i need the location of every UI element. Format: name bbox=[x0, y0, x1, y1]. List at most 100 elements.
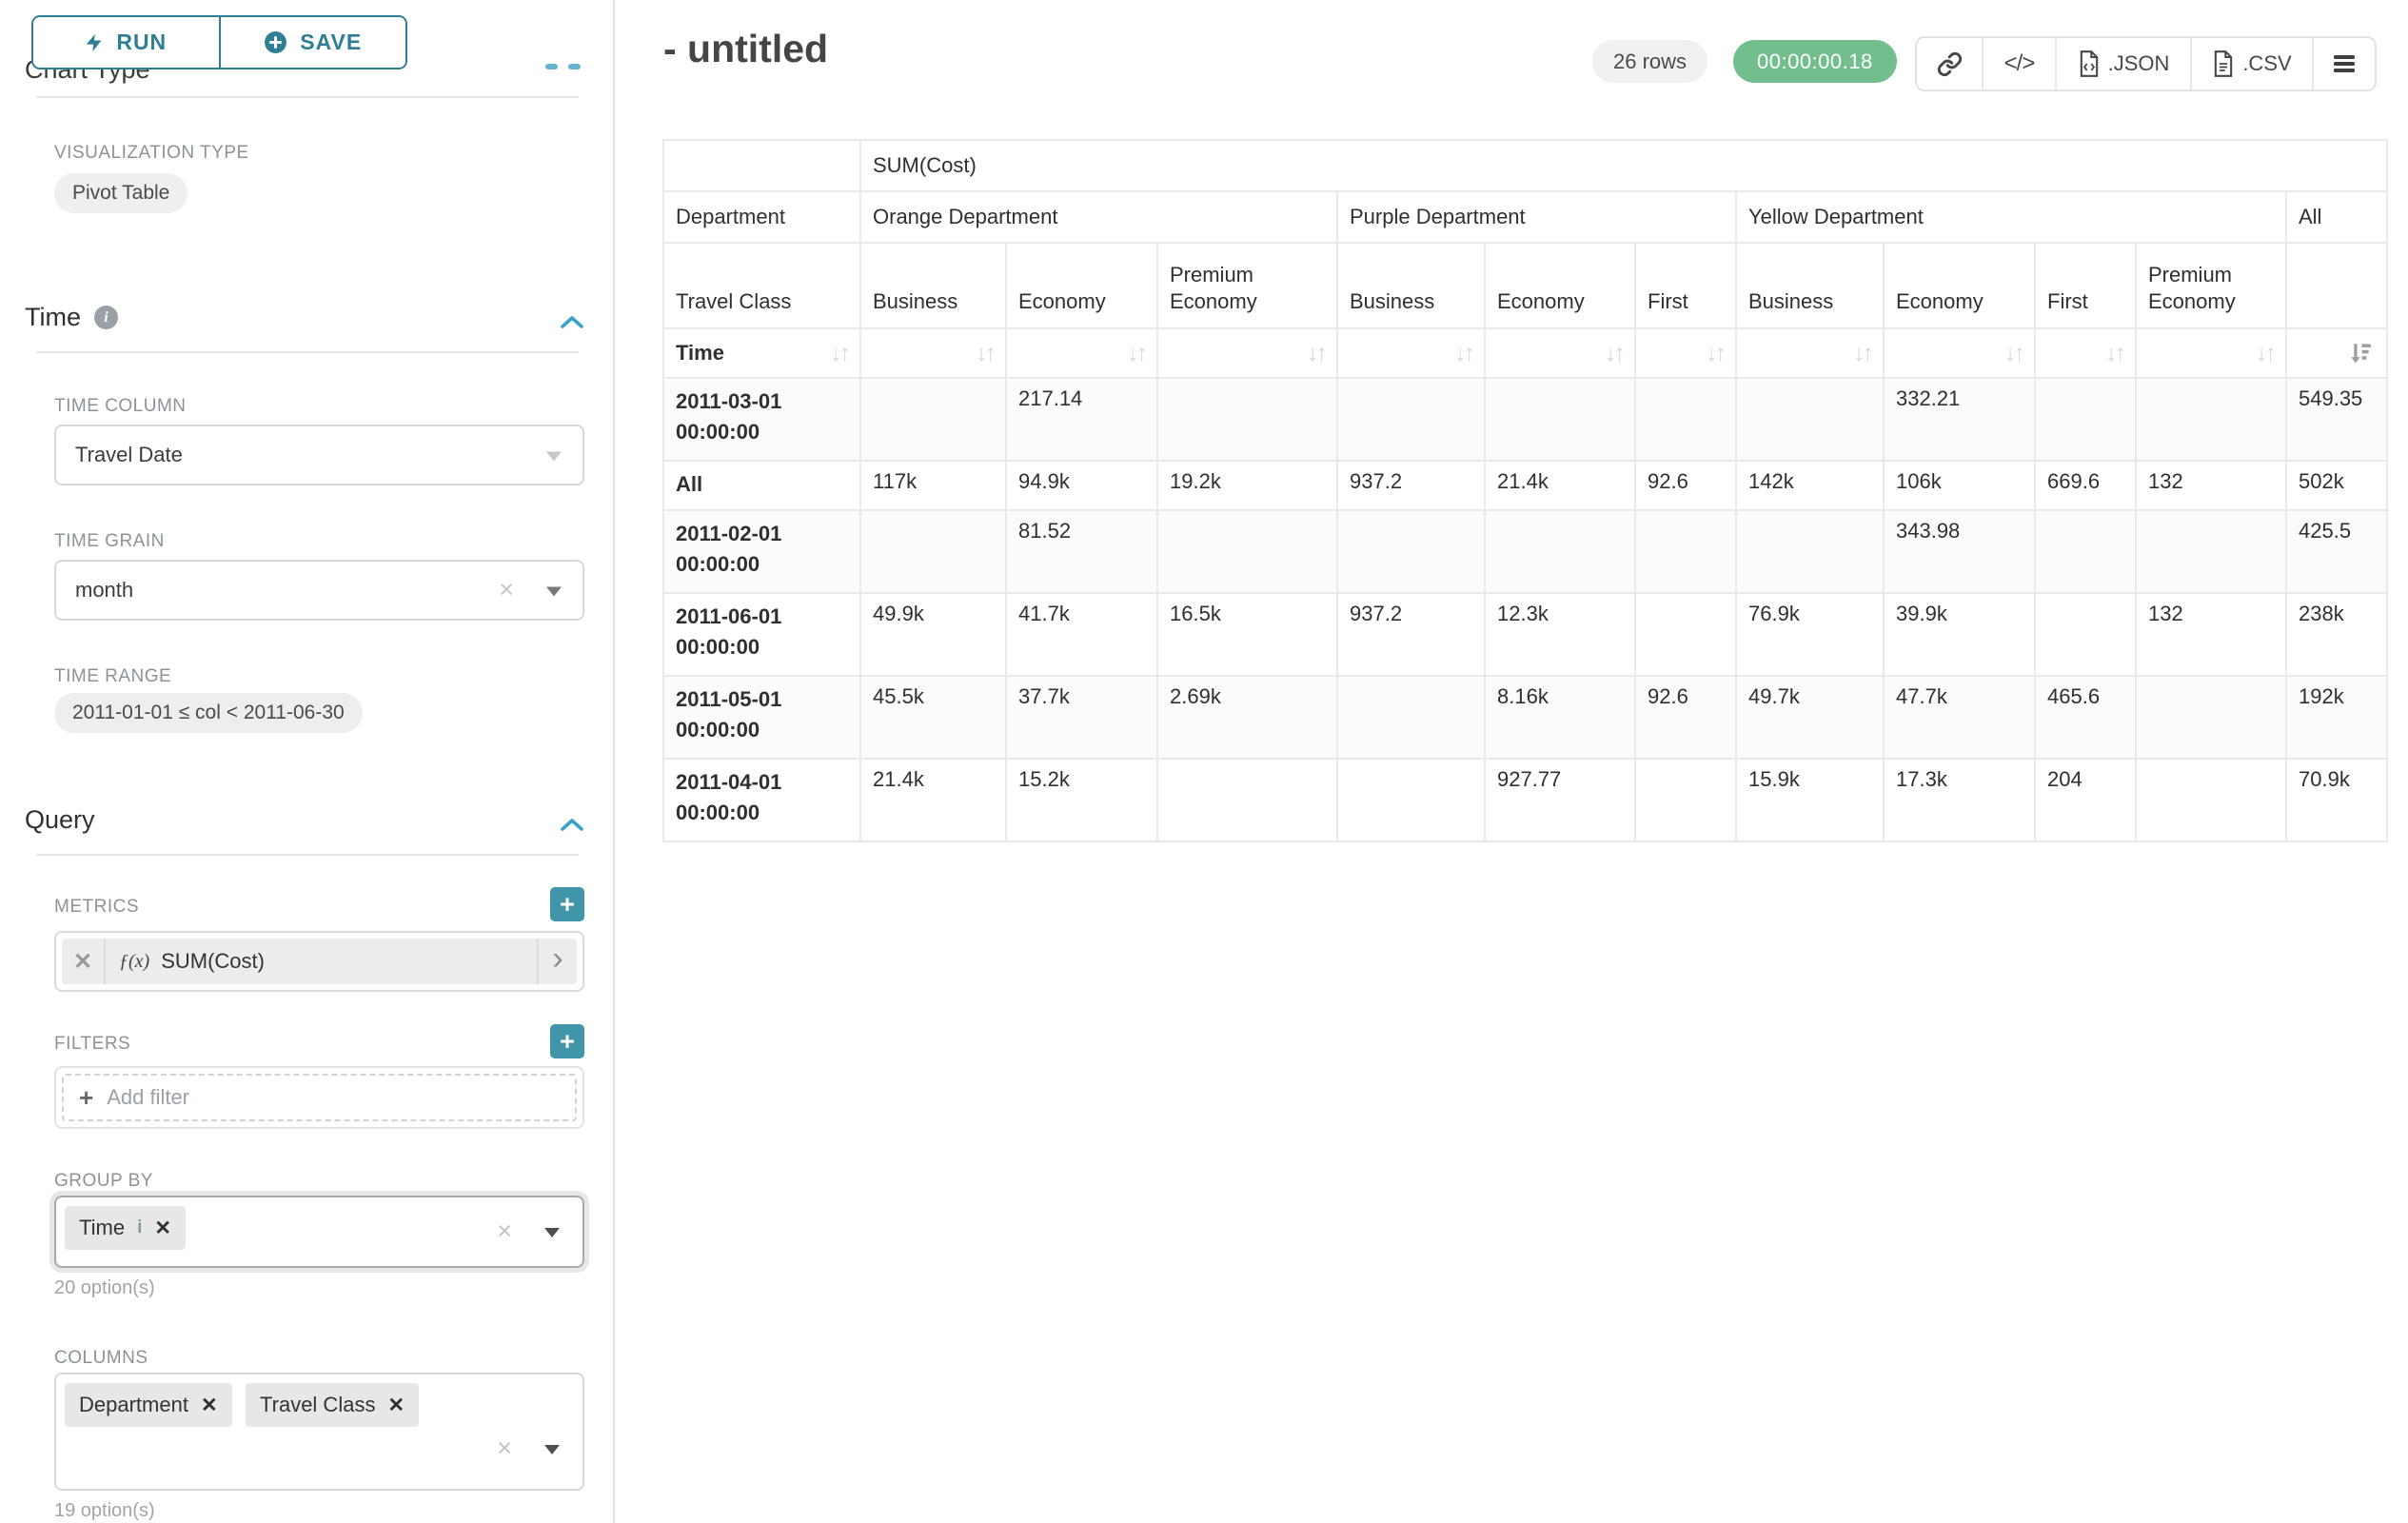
pivot-cell bbox=[1337, 676, 1485, 759]
pivot-cell bbox=[2035, 378, 2136, 461]
pivot-column-header: First bbox=[2035, 243, 2136, 328]
view-query-button[interactable]: </> bbox=[1982, 38, 2055, 89]
sort-icon[interactable]: ↓↑ bbox=[830, 342, 848, 366]
pivot-cell bbox=[1736, 378, 1884, 461]
sort-icon[interactable]: ↓↑ bbox=[2004, 342, 2023, 366]
columns-tag: Department ✕ bbox=[65, 1383, 232, 1427]
pivot-cell: 204 bbox=[2035, 759, 2136, 841]
clear-icon[interactable]: × bbox=[499, 575, 514, 604]
pivot-cell bbox=[1485, 378, 1635, 461]
metric-item[interactable]: ✕ ƒ(x) SUM(Cost) › bbox=[62, 939, 577, 984]
export-csv-button[interactable]: .CSV bbox=[2190, 38, 2312, 89]
chevron-down-icon bbox=[546, 587, 562, 597]
sort-icon[interactable]: ↓↑ bbox=[1454, 342, 1472, 366]
time-grain-select[interactable]: month × bbox=[54, 560, 584, 621]
remove-tag-icon[interactable]: ✕ bbox=[387, 1394, 405, 1417]
pivot-sort-cell: ↓↑ bbox=[860, 328, 1006, 378]
share-link-button[interactable] bbox=[1917, 38, 1982, 89]
pivot-cell: 343.98 bbox=[1884, 510, 2035, 593]
menu-button[interactable] bbox=[2312, 38, 2375, 89]
pivot-cell bbox=[1485, 510, 1635, 593]
pivot-data-row: 2011-06-01 00:00:0049.9k41.7k16.5k937.21… bbox=[663, 593, 2387, 676]
pivot-cell: 76.9k bbox=[1736, 593, 1884, 676]
pivot-cell: 142k bbox=[1736, 461, 1884, 510]
sort-icon[interactable]: ↓↑ bbox=[1127, 342, 1145, 366]
pivot-cell: 45.5k bbox=[860, 676, 1006, 759]
chevron-down-icon bbox=[544, 1445, 560, 1454]
time-column-select[interactable]: Travel Date bbox=[54, 425, 584, 485]
export-json-button[interactable]: .JSON bbox=[2055, 38, 2190, 89]
pivot-cell: 2.69k bbox=[1157, 676, 1337, 759]
time-range-pill[interactable]: 2011-01-01 ≤ col < 2011-06-30 bbox=[54, 693, 363, 733]
pivot-cell bbox=[2035, 510, 2136, 593]
pivot-cell: 41.7k bbox=[1006, 593, 1157, 676]
time-range-label: TIME RANGE bbox=[54, 666, 171, 687]
chart-title[interactable]: - untitled bbox=[663, 27, 828, 71]
pivot-data-row: 2011-05-01 00:00:0045.5k37.7k2.69k8.16k9… bbox=[663, 676, 2387, 759]
visualization-type-label: VISUALIZATION TYPE bbox=[54, 143, 249, 164]
save-button[interactable]: SAVE bbox=[219, 17, 406, 68]
columns-label: COLUMNS bbox=[54, 1348, 148, 1369]
pivot-cell: 49.9k bbox=[860, 593, 1006, 676]
code-icon: </> bbox=[2004, 50, 2035, 77]
pivot-column-header: Premium Economy bbox=[1157, 243, 1337, 328]
section-divider bbox=[36, 854, 579, 856]
pivot-cell bbox=[1635, 378, 1736, 461]
pivot-row-dimension-header: Department bbox=[663, 191, 860, 243]
lightning-icon bbox=[85, 30, 104, 55]
chevron-up-icon[interactable] bbox=[560, 817, 584, 832]
sort-icon[interactable]: ↓↑ bbox=[1706, 342, 1724, 366]
metric-name: SUM(Cost) bbox=[161, 949, 265, 974]
add-filter-plus-button[interactable]: + bbox=[550, 1024, 584, 1058]
pivot-cell: 192k bbox=[2286, 676, 2387, 759]
info-icon[interactable]: i bbox=[137, 1217, 142, 1238]
sort-icon[interactable]: ↓↑ bbox=[1605, 342, 1623, 366]
pivot-cell: 465.6 bbox=[2035, 676, 2136, 759]
pivot-cell: 937.2 bbox=[1337, 593, 1485, 676]
pivot-cell bbox=[2136, 759, 2286, 841]
pivot-column-header: Economy bbox=[1485, 243, 1635, 328]
pivot-cell: 12.3k bbox=[1485, 593, 1635, 676]
hamburger-icon bbox=[2332, 53, 2357, 74]
sort-icon[interactable]: ↓↑ bbox=[1853, 342, 1871, 366]
pivot-table: SUM(Cost)DepartmentOrange DepartmentPurp… bbox=[662, 139, 2388, 842]
pivot-cell: 81.52 bbox=[1006, 510, 1157, 593]
sort-icon[interactable]: ↓↑ bbox=[2105, 342, 2123, 366]
sort-icon[interactable]: ↓↑ bbox=[1307, 342, 1325, 366]
pivot-column-header: Premium Economy bbox=[2136, 243, 2286, 328]
pivot-sort-cell: ↓↑ bbox=[1006, 328, 1157, 378]
plus-icon: + bbox=[79, 1083, 93, 1113]
chevron-right-icon[interactable]: › bbox=[537, 939, 577, 984]
sort-icon[interactable]: ↓↑ bbox=[976, 342, 994, 366]
time-column-label: TIME COLUMN bbox=[54, 396, 187, 417]
clear-icon[interactable]: × bbox=[497, 1216, 512, 1246]
collapsed-chevron-mark bbox=[568, 64, 581, 69]
sort-icon[interactable]: ↓↑ bbox=[2256, 342, 2274, 366]
remove-tag-icon[interactable]: ✕ bbox=[154, 1216, 171, 1240]
pivot-cell: 19.2k bbox=[1157, 461, 1337, 510]
pivot-cell: 217.14 bbox=[1006, 378, 1157, 461]
query-section-title: Query bbox=[25, 805, 95, 835]
sort-desc-icon[interactable] bbox=[2348, 340, 2375, 366]
run-button[interactable]: RUN bbox=[33, 17, 219, 68]
pivot-column-group-header: Purple Department bbox=[1337, 191, 1736, 243]
pivot-cell bbox=[1635, 593, 1736, 676]
visualization-type-pill[interactable]: Pivot Table bbox=[54, 173, 188, 213]
remove-tag-icon[interactable]: ✕ bbox=[201, 1394, 218, 1417]
add-metric-button[interactable]: + bbox=[550, 887, 584, 921]
clear-icon[interactable]: × bbox=[497, 1434, 512, 1463]
add-filter-button[interactable]: + Add filter bbox=[62, 1074, 577, 1121]
pivot-corner-cell bbox=[663, 140, 860, 191]
pivot-column-header: Economy bbox=[1006, 243, 1157, 328]
chevron-up-icon[interactable] bbox=[560, 314, 584, 329]
panel-divider[interactable] bbox=[613, 0, 615, 1523]
remove-metric-icon[interactable]: ✕ bbox=[62, 939, 106, 984]
group-by-select[interactable]: Time i ✕ × bbox=[54, 1196, 584, 1268]
pivot-cell: 117k bbox=[860, 461, 1006, 510]
export-toolbar: </> .JSON .CSV bbox=[1915, 36, 2377, 91]
columns-select[interactable]: Department ✕ Travel Class ✕ × bbox=[54, 1373, 584, 1491]
link-icon bbox=[1937, 51, 1963, 77]
file-icon bbox=[2212, 50, 2235, 77]
info-icon[interactable]: i bbox=[94, 306, 118, 329]
pivot-cell: 49.7k bbox=[1736, 676, 1884, 759]
